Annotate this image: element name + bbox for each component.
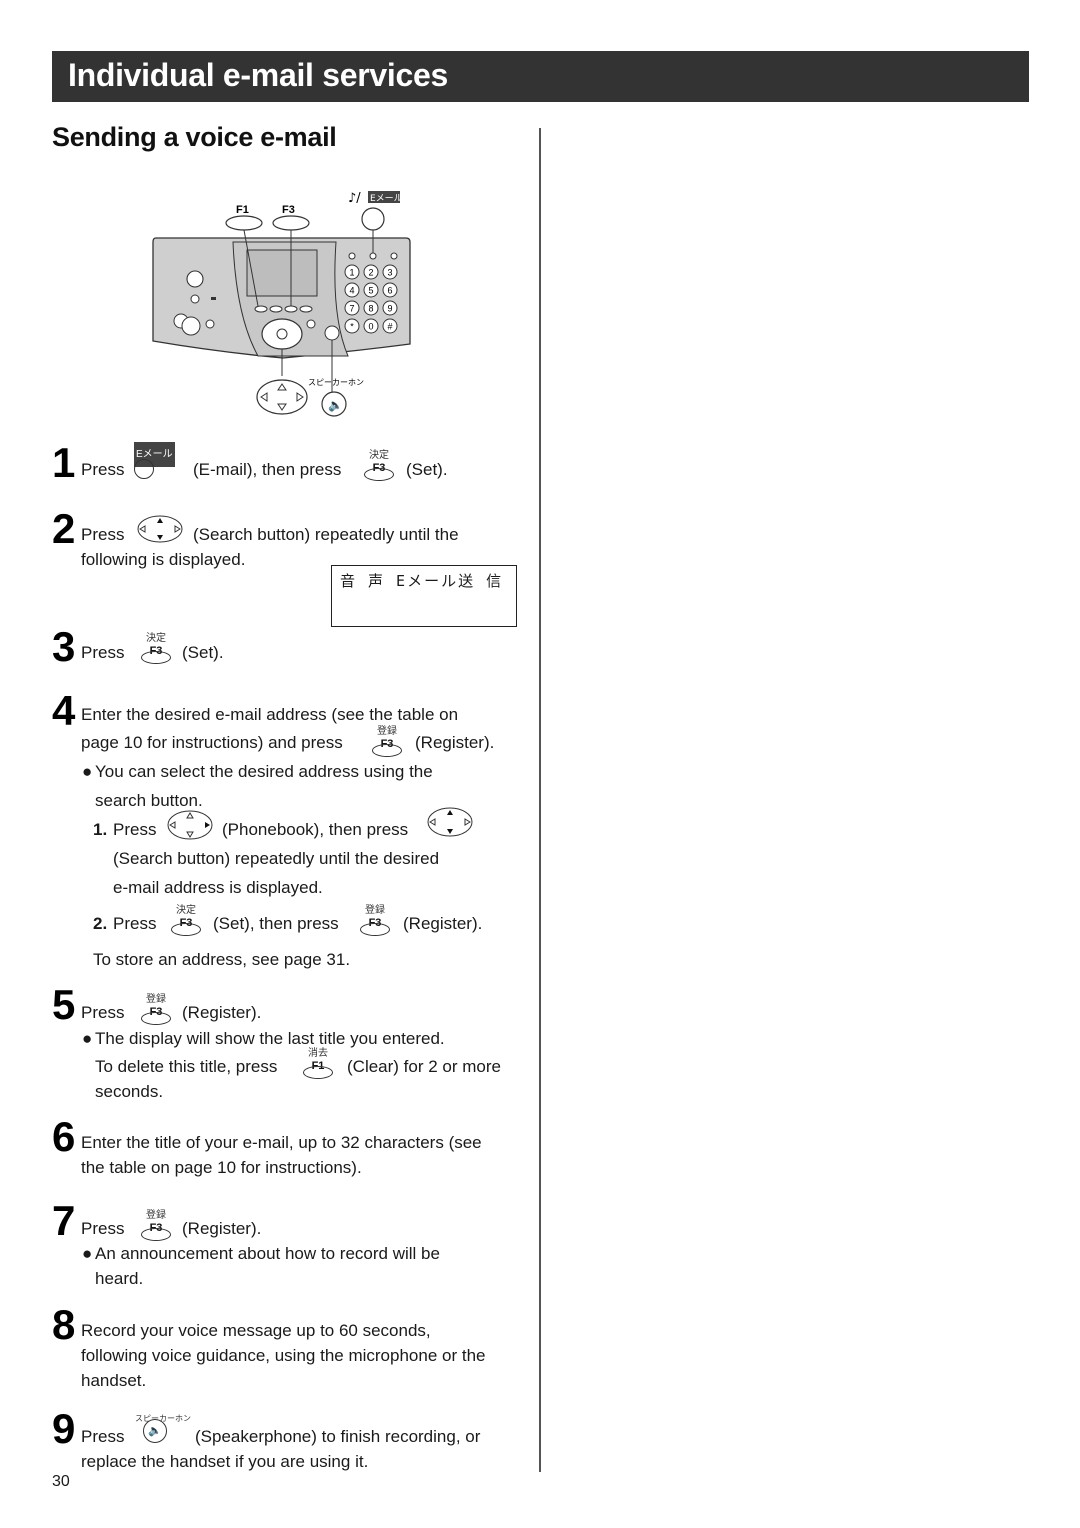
bullet-icon: ● — [82, 1244, 93, 1263]
search-button-icon — [137, 515, 183, 543]
step-6: 6 Enter the title of your e-mail, up to … — [52, 1113, 482, 1178]
step-8: 8 Record your voice message up to 60 sec… — [52, 1301, 486, 1391]
speakerphone-key-icon: 🔈 — [143, 1419, 167, 1443]
keypad-key-label: 8 — [368, 304, 373, 314]
email-key-icon — [134, 459, 154, 479]
step-1: 1 Press Eメール (E-mail), then press 決定 F3 (… — [52, 439, 448, 486]
lcd-display-sample: 音 声 Eメール送 信 — [331, 565, 517, 627]
f1-clear-key-icon: 消去 F1 — [301, 1048, 335, 1080]
f3-register-key-icon: 登録 F3 — [358, 905, 392, 937]
lcd-display-text: 音 声 Eメール送 信 — [340, 572, 504, 590]
keypad-key-label: 0 — [368, 322, 373, 332]
f3-register-key-icon: 登録 F3 — [139, 1210, 173, 1242]
f3-register-key-icon: 登録 F3 — [139, 994, 173, 1026]
keypad-key-label: 1 — [349, 268, 354, 278]
bullet-icon: ● — [82, 762, 93, 781]
step-9: 9 Press スピーカーホン 🔈 (Speakerphone) to fini… — [52, 1405, 481, 1472]
svg-text:♪/: ♪/ — [348, 191, 361, 206]
f3-set-key-icon: 決定 F3 — [362, 450, 396, 482]
section-title: Sending a voice e-mail — [52, 122, 337, 152]
voice-email-icon: ♪/ Eメール — [348, 191, 403, 206]
chapter-banner: Individual e-mail services — [52, 51, 1029, 102]
column-divider — [539, 128, 541, 1472]
f1-key — [225, 215, 263, 231]
keypad-key-label: 7 — [349, 304, 354, 314]
f3-key — [272, 215, 310, 231]
keypad-key-label: # — [387, 322, 392, 332]
fax-panel-diagram: F1 F3 ♪/ Eメール 1 2 3 4 5 6 7 8 9 * 0 # スピーカーホン 🔈 — [152, 191, 411, 417]
search-button-icon — [427, 807, 473, 837]
keypad-key-label: 5 — [368, 286, 373, 296]
page-number: 30 — [52, 1473, 70, 1490]
speakerphone-label: スピーカーホン — [308, 378, 364, 387]
bullet-icon: ● — [82, 1029, 93, 1048]
step-4: 4 Enter the desired e-mail address (see … — [52, 687, 495, 970]
step-3: 3 Press 決定 F3 (Set). — [52, 623, 224, 670]
f3-set-key-icon: 決定 F3 — [169, 905, 203, 937]
keypad-key-label: 2 — [368, 268, 373, 278]
step-7: 7 Press 登録 F3 (Register). ● An announceme… — [52, 1197, 440, 1289]
svg-text:Eメール: Eメール — [370, 194, 403, 204]
f3-label: F3 — [282, 204, 295, 216]
step-5: 5 Press 登録 F3 (Register). ● The display w… — [52, 981, 501, 1102]
keypad-key-label: 9 — [387, 304, 392, 314]
f1-label: F1 — [236, 204, 249, 216]
keypad-key-label: 6 — [387, 286, 392, 296]
email-key — [361, 207, 385, 231]
phonebook-button-icon — [167, 810, 213, 840]
lcd-screen — [246, 249, 318, 297]
keypad-key-label: 4 — [349, 286, 354, 296]
speaker-icon: 🔈 — [328, 398, 343, 412]
chapter-title: Individual e-mail services — [68, 57, 448, 93]
keypad-key-label: * — [350, 322, 354, 332]
keypad-key-label: 3 — [387, 268, 392, 278]
speakerphone-key — [324, 325, 340, 341]
step-number: 1 — [52, 439, 76, 486]
f3-register-key-icon: 登録 F3 — [370, 726, 404, 758]
f3-set-key-icon: 決定 F3 — [139, 633, 173, 665]
